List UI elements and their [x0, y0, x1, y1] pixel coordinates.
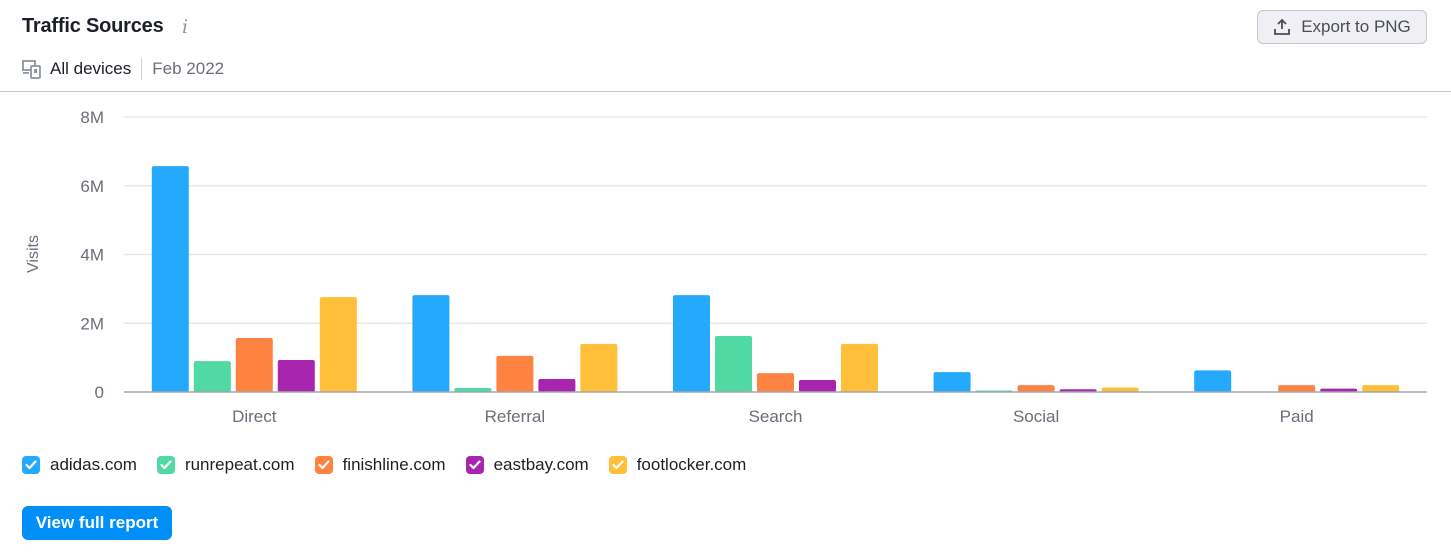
- legend-label: eastbay.com: [493, 455, 589, 474]
- bar: [715, 335, 752, 392]
- bar: [1194, 370, 1232, 392]
- x-tick-label: Direct: [232, 407, 277, 426]
- bar: [538, 378, 576, 392]
- widget-header: Traffic Sources i All devices Feb 2022 E…: [0, 0, 1451, 92]
- y-tick-label: 8M: [80, 108, 104, 127]
- y-tick-label: 6M: [80, 177, 104, 196]
- view-full-report-button[interactable]: View full report: [22, 506, 172, 540]
- checkbox-checked-icon[interactable]: [465, 456, 484, 474]
- legend-item[interactable]: runrepeat.com: [156, 455, 295, 475]
- divider: [141, 58, 143, 80]
- bar: [1278, 385, 1316, 392]
- checkbox-checked-icon[interactable]: [314, 456, 333, 474]
- date-label: Feb 2022: [152, 59, 225, 78]
- bar: [933, 372, 971, 392]
- export-png-button[interactable]: Export to PNG: [1257, 10, 1427, 44]
- legend-label: runrepeat.com: [184, 455, 295, 474]
- widget-title: Traffic Sources: [22, 15, 164, 37]
- filter-row: All devices Feb 2022: [22, 57, 224, 81]
- bar: [319, 297, 357, 392]
- bar: [673, 295, 710, 392]
- export-label: Export to PNG: [1301, 17, 1411, 36]
- traffic-bar-chart: 0 2M 4M 6M 8M Visits Direct Referral Search Socia…: [25, 108, 1427, 426]
- checkbox-checked-icon[interactable]: [156, 456, 175, 474]
- chart-legend: adidas.com runrepeat.com finishline.com eas…: [22, 455, 766, 475]
- x-tick-label: Search: [749, 407, 803, 426]
- info-icon[interactable]: i: [182, 16, 188, 38]
- bar: [412, 295, 450, 392]
- upload-icon: [1274, 18, 1291, 35]
- x-tick-label: Paid: [1280, 407, 1314, 426]
- bar: [235, 338, 273, 392]
- legend-item[interactable]: eastbay.com: [465, 455, 589, 475]
- legend-item[interactable]: footlocker.com: [608, 455, 747, 475]
- legend-label: finishline.com: [342, 455, 446, 474]
- checkbox-checked-icon[interactable]: [608, 456, 627, 474]
- y-axis-label: Visits: [25, 235, 42, 273]
- bar: [496, 355, 534, 392]
- y-tick-label: 2M: [80, 314, 104, 333]
- bar: [1362, 385, 1400, 392]
- y-tick-label: 0: [95, 383, 104, 402]
- bar: [1017, 385, 1055, 392]
- bar: [580, 343, 618, 392]
- device-filter[interactable]: All devices: [50, 59, 131, 79]
- bar: [277, 360, 315, 392]
- bar: [757, 373, 794, 392]
- x-tick-label: Social: [1013, 407, 1059, 426]
- legend-label: footlocker.com: [636, 455, 747, 474]
- legend-item[interactable]: finishline.com: [314, 455, 446, 475]
- legend-label: adidas.com: [50, 455, 137, 474]
- legend-item[interactable]: adidas.com: [22, 455, 137, 475]
- bar: [841, 343, 878, 392]
- bar: [193, 361, 231, 392]
- x-tick-label: Referral: [485, 407, 545, 426]
- bar: [151, 166, 189, 392]
- y-tick-label: 4M: [80, 246, 104, 265]
- checkbox-checked-icon[interactable]: [22, 456, 40, 474]
- devices-icon: [22, 60, 41, 79]
- bar: [799, 379, 836, 392]
